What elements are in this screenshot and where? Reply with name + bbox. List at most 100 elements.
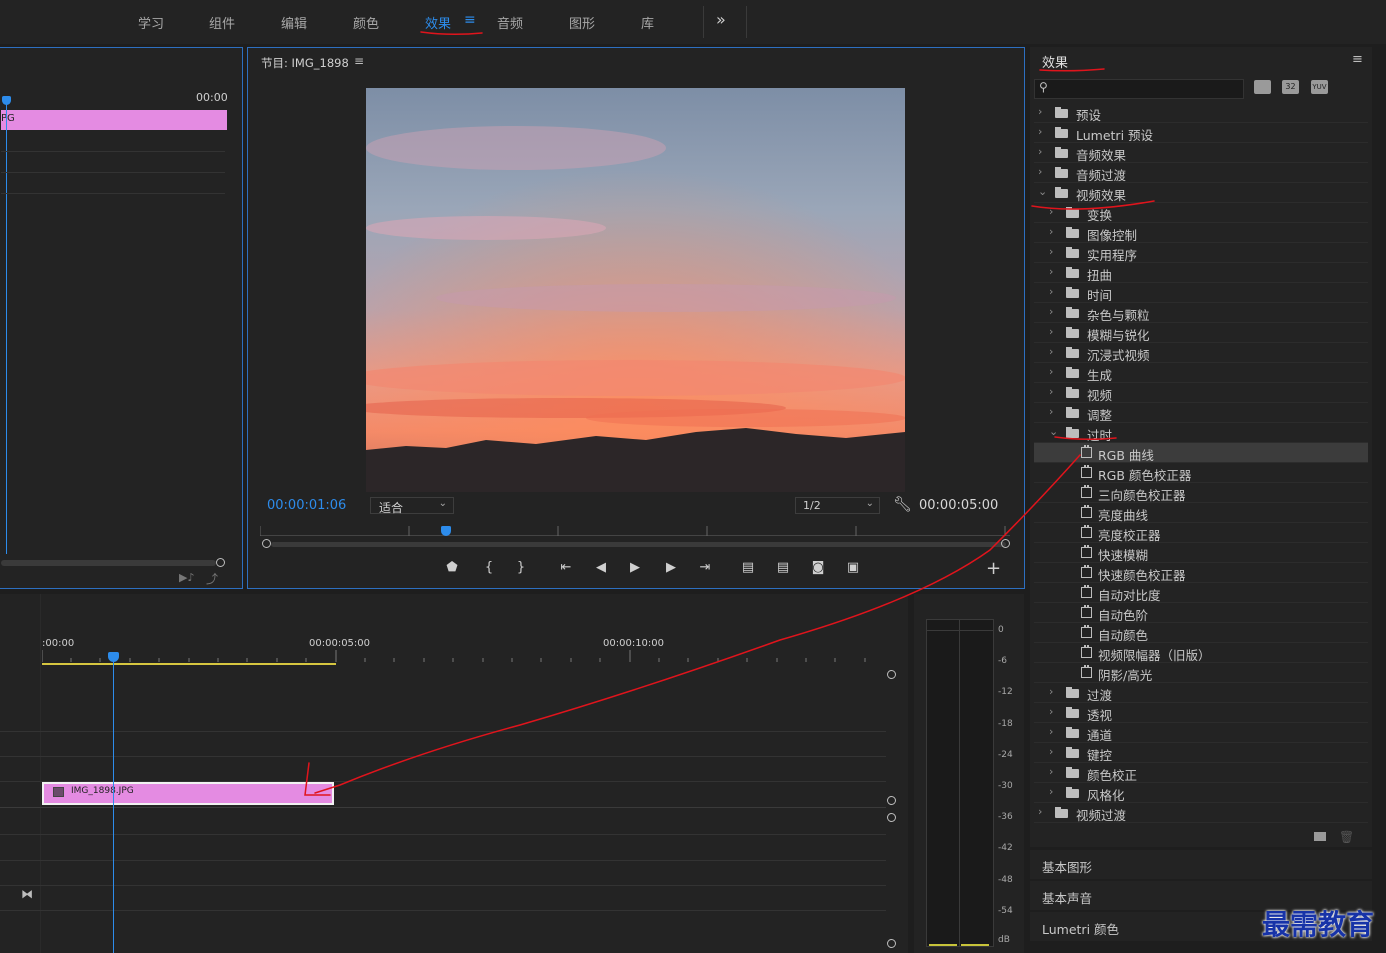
chevron-right-icon[interactable]: › bbox=[1049, 785, 1053, 798]
chevron-right-icon[interactable]: › bbox=[1049, 305, 1053, 318]
play-icon[interactable]: ▶ bbox=[625, 560, 645, 575]
tab-graphics[interactable]: 图形 bbox=[569, 13, 595, 32]
effects-tree-item[interactable]: 自动对比度 bbox=[1034, 583, 1368, 603]
effects-tree-item[interactable]: › 图像控制 bbox=[1034, 223, 1368, 243]
effects-tree-item[interactable]: › 视频 bbox=[1034, 383, 1368, 403]
accelerated-effects-icon[interactable] bbox=[1254, 80, 1271, 94]
chevron-right-icon[interactable]: › bbox=[1049, 765, 1053, 778]
effects-tree-item[interactable]: 三向颜色校正器 bbox=[1034, 483, 1368, 503]
chevron-right-icon[interactable]: › bbox=[1049, 745, 1053, 758]
workspace-menu-icon[interactable]: ≡ bbox=[464, 12, 476, 28]
new-bin-icon[interactable] bbox=[1314, 832, 1326, 841]
effects-menu-icon[interactable]: ≡ bbox=[1352, 52, 1363, 67]
source-zoom-bar[interactable] bbox=[1, 560, 216, 566]
effects-tree-item[interactable]: 快速颜色校正器 bbox=[1034, 563, 1368, 583]
chevron-right-icon[interactable]: › bbox=[1049, 285, 1053, 298]
effects-search-input[interactable]: ⚲ bbox=[1034, 79, 1244, 99]
effects-tree-item[interactable]: 快速模糊 bbox=[1034, 543, 1368, 563]
work-area-bar[interactable] bbox=[42, 663, 336, 665]
effects-tree-item[interactable]: › 通道 bbox=[1034, 723, 1368, 743]
zoom-handle[interactable] bbox=[216, 558, 225, 567]
program-menu-icon[interactable]: ≡ bbox=[354, 54, 364, 68]
scroll-handle-right[interactable] bbox=[1001, 539, 1010, 548]
tab-libraries[interactable]: 库 bbox=[641, 13, 654, 32]
wrench-icon[interactable]: 🔧︎ bbox=[893, 495, 912, 513]
yuv-effects-icon[interactable]: YUV bbox=[1311, 80, 1328, 94]
effects-tree-item[interactable]: › 音频效果 bbox=[1034, 143, 1368, 163]
chevron-down-icon[interactable]: ⌄ bbox=[1038, 185, 1047, 198]
effects-tree-item[interactable]: › 透视 bbox=[1034, 703, 1368, 723]
tab-editing[interactable]: 编辑 bbox=[281, 13, 307, 32]
go-to-in-icon[interactable]: ⇤ bbox=[556, 560, 576, 575]
source-clip-bar[interactable]: PG bbox=[1, 110, 227, 130]
effects-tree-item[interactable]: › 模糊与锐化 bbox=[1034, 323, 1368, 343]
effects-tree-item[interactable]: RGB 曲线 bbox=[1034, 443, 1368, 463]
button-editor-icon[interactable]: + bbox=[986, 558, 1001, 579]
chevron-right-icon[interactable]: › bbox=[1049, 265, 1053, 278]
chevron-right-icon[interactable]: › bbox=[1049, 685, 1053, 698]
chevron-right-icon[interactable]: › bbox=[1038, 145, 1042, 158]
effects-tree-item[interactable]: › 杂色与颗粒 bbox=[1034, 303, 1368, 323]
add-marker-icon[interactable]: ⬟ bbox=[442, 560, 462, 575]
v-scroll-handle[interactable] bbox=[887, 670, 896, 679]
tab-effects[interactable]: 效果 bbox=[425, 13, 451, 32]
tab-learn[interactable]: 学习 bbox=[138, 13, 164, 32]
tab-assembly[interactable]: 组件 bbox=[209, 13, 235, 32]
effects-tree-item[interactable]: › 预设 bbox=[1034, 103, 1368, 123]
effects-tree-item[interactable]: › 视频过渡 bbox=[1034, 803, 1368, 823]
effects-tree-item[interactable]: 自动色阶 bbox=[1034, 603, 1368, 623]
chevron-right-icon[interactable]: › bbox=[1049, 225, 1053, 238]
compare-icon[interactable]: ▣ bbox=[843, 560, 863, 575]
program-scrollbar[interactable] bbox=[271, 542, 1006, 547]
chevron-right-icon[interactable]: › bbox=[1049, 245, 1053, 258]
track-height-icon[interactable]: ⧓ bbox=[21, 887, 33, 901]
resolution-dropdown[interactable]: 1/2 ⌄ bbox=[795, 497, 880, 514]
program-playhead[interactable] bbox=[441, 526, 451, 536]
v-scroll-handle[interactable] bbox=[887, 939, 896, 948]
effects-tree-item[interactable]: RGB 颜色校正器 bbox=[1034, 463, 1368, 483]
chevron-right-icon[interactable]: › bbox=[1049, 385, 1053, 398]
effects-tree-item[interactable]: › 沉浸式视频 bbox=[1034, 343, 1368, 363]
32bit-effects-icon[interactable]: 32 bbox=[1282, 80, 1299, 94]
go-to-out-icon[interactable]: ⇥ bbox=[695, 560, 715, 575]
step-back-icon[interactable]: ◀ bbox=[591, 560, 611, 575]
effects-tree-item[interactable]: ⌄ 过时 bbox=[1034, 423, 1368, 443]
chevron-right-icon[interactable]: › bbox=[1038, 105, 1042, 118]
fit-dropdown[interactable]: 适合 ⌄ bbox=[370, 497, 454, 515]
scroll-handle-left[interactable] bbox=[262, 539, 271, 548]
effects-tree-item[interactable]: 亮度校正器 bbox=[1034, 523, 1368, 543]
chevron-right-icon[interactable]: › bbox=[1038, 165, 1042, 178]
extract-icon[interactable]: ▤ bbox=[773, 560, 793, 575]
timeline-ruler[interactable] bbox=[42, 650, 872, 664]
timeline-clip[interactable]: IMG_1898.JPG bbox=[42, 782, 334, 805]
effects-tree-item[interactable]: 自动颜色 bbox=[1034, 623, 1368, 643]
insert-icon[interactable]: ▶♪ bbox=[179, 571, 194, 584]
effects-tree-item[interactable]: › 调整 bbox=[1034, 403, 1368, 423]
chevron-right-icon[interactable]: › bbox=[1049, 345, 1053, 358]
mark-in-icon[interactable]: { bbox=[479, 560, 499, 575]
effects-tree-item[interactable]: › 音频过渡 bbox=[1034, 163, 1368, 183]
effects-tree-item[interactable]: › 颜色校正 bbox=[1034, 763, 1368, 783]
effects-tree-item[interactable]: 亮度曲线 bbox=[1034, 503, 1368, 523]
lift-icon[interactable]: ▤ bbox=[738, 560, 758, 575]
current-timecode[interactable]: 00:00:01:06 bbox=[267, 498, 346, 513]
effects-tree-item[interactable]: › 生成 bbox=[1034, 363, 1368, 383]
effects-tree-item[interactable]: ⌄ 视频效果 bbox=[1034, 183, 1368, 203]
more-workspaces-icon[interactable]: » bbox=[716, 10, 726, 29]
chevron-right-icon[interactable]: › bbox=[1049, 705, 1053, 718]
chevron-right-icon[interactable]: › bbox=[1038, 805, 1042, 818]
chevron-right-icon[interactable]: › bbox=[1049, 725, 1053, 738]
step-forward-icon[interactable]: ▶ bbox=[661, 560, 681, 575]
section-essential-graphics[interactable]: 基本图形 bbox=[1030, 850, 1372, 879]
effects-tree-item[interactable]: › 变换 bbox=[1034, 203, 1368, 223]
tab-audio[interactable]: 音频 bbox=[497, 13, 523, 32]
camera-icon[interactable]: ◙ bbox=[808, 560, 828, 575]
export-icon[interactable]: ⤴ bbox=[206, 570, 218, 587]
chevron-right-icon[interactable]: › bbox=[1038, 125, 1042, 138]
chevron-down-icon[interactable]: ⌄ bbox=[1049, 425, 1058, 438]
effects-tree-item[interactable]: › 风格化 bbox=[1034, 783, 1368, 803]
effects-tree-item[interactable]: 视频限幅器（旧版） bbox=[1034, 643, 1368, 663]
v-scroll-handle[interactable] bbox=[887, 813, 896, 822]
tab-color[interactable]: 颜色 bbox=[353, 13, 379, 32]
effects-tree-item[interactable]: › 时间 bbox=[1034, 283, 1368, 303]
